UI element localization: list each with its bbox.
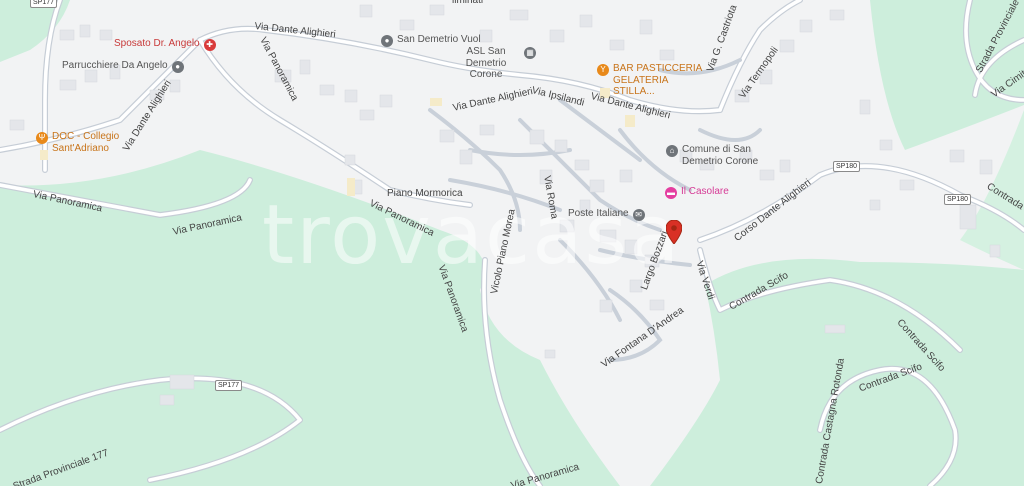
poi-sposato[interactable]: ✚ Sposato Dr. Angelo — [114, 38, 216, 51]
poi-doc[interactable]: Ψ DOC - Collegio Sant'Adriano — [36, 131, 130, 154]
town-hall-icon: ⌂ — [666, 145, 678, 157]
poi-poste-label: Poste Italiane — [568, 208, 629, 219]
shield-sp180-b: SP180 — [944, 194, 972, 205]
shield-sp180-a: SP180 — [833, 161, 861, 172]
watermark: trovacasa — [262, 188, 682, 283]
location-marker-icon[interactable] — [666, 220, 682, 244]
poi-asl[interactable]: ▦ ASL San Demetrio Corone — [452, 46, 536, 81]
top-cut-label: liminati — [452, 0, 484, 6]
medical-cross-icon: ✚ — [203, 39, 216, 51]
building-icon: ▦ — [524, 47, 536, 59]
poi-parrucchiere[interactable]: ● Parrucchiere Da Angelo — [62, 60, 184, 73]
poi-casolare-label: Il Casolare — [681, 186, 729, 197]
poi-poste[interactable]: ✉ Poste Italiane — [568, 208, 645, 221]
poi-bar-label: BAR PASTICCERIA GELATERIA STILLA... — [613, 63, 702, 97]
mail-icon: ✉ — [632, 209, 645, 221]
shield-sp177-top: SP177 — [30, 0, 58, 8]
poi-sposato-label: Sposato Dr. Angelo — [114, 38, 200, 49]
map-canvas[interactable]: trovacasa Via Dante Alighieri Via Dante … — [0, 0, 1024, 486]
poi-doc-label: DOC - Collegio Sant'Adriano — [52, 131, 120, 154]
place-pin-icon: ● — [381, 35, 393, 47]
cocktail-icon: Y — [597, 64, 609, 76]
poi-casolare[interactable]: ▬ Il Casolare — [665, 186, 729, 199]
poi-parrucchiere-label: Parrucchiere Da Angelo — [62, 60, 168, 71]
road-label-mormorica: Piano Mormorica — [387, 188, 463, 199]
poi-comune-label: Comune di San Demetrio Corone — [682, 144, 759, 167]
shield-sp177-bottom: SP177 — [215, 380, 243, 391]
hotel-bed-icon: ▬ — [665, 187, 677, 199]
poi-comune[interactable]: ⌂ Comune di San Demetrio Corone — [666, 144, 762, 167]
poi-bar[interactable]: Y BAR PASTICCERIA GELATERIA STILLA... — [597, 63, 703, 98]
poi-san-demetrio-vuol-label: San Demetrio Vuol — [397, 34, 481, 45]
shop-pin-icon: ● — [171, 61, 184, 73]
poi-asl-label: ASL San Demetrio Corone — [465, 46, 507, 80]
restaurant-icon: Ψ — [36, 132, 48, 144]
